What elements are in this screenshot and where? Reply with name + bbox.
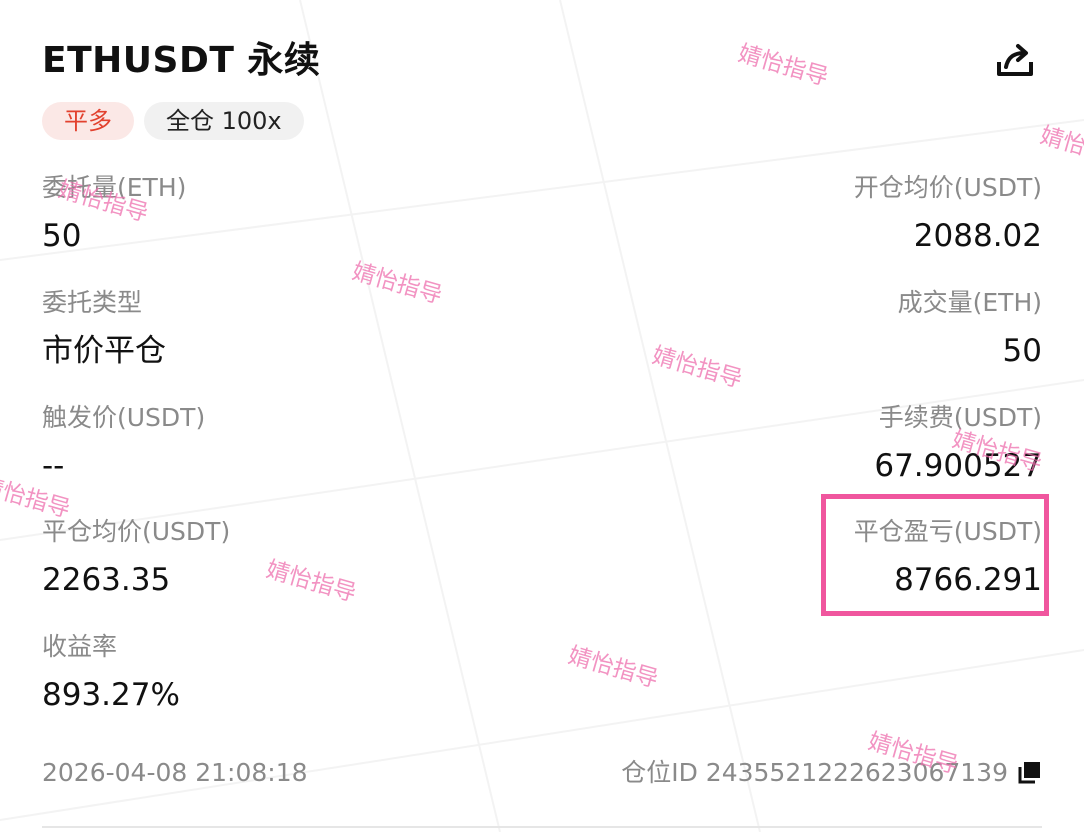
side-tag: 平多 bbox=[42, 102, 134, 140]
roi-field: 收益率 893.27% bbox=[42, 631, 180, 715]
watermark: 婧怡指导 bbox=[1037, 122, 1084, 174]
order-qty-field: 委托量(ETH) 50 bbox=[42, 172, 186, 256]
position-id: 仓位ID 2435521222623067139 bbox=[621, 755, 1042, 791]
close-avg-price-value: 2263.35 bbox=[42, 562, 171, 598]
tag-row: 平多 全仓 100x bbox=[42, 102, 304, 140]
trigger-price-field: 触发价(USDT) -- bbox=[42, 402, 205, 486]
order-type-label: 委托类型 bbox=[42, 288, 143, 317]
roi-value: 893.27% bbox=[42, 677, 180, 713]
trigger-price-label: 触发价(USDT) bbox=[42, 403, 206, 432]
open-avg-price-label: 开仓均价(USDT) bbox=[853, 173, 1042, 202]
order-type-value: 市价平仓 bbox=[42, 333, 166, 369]
margin-mode-tag: 全仓 100x bbox=[144, 102, 304, 140]
share-icon bbox=[997, 44, 1033, 76]
roi-label: 收益率 bbox=[42, 632, 118, 661]
filled-qty-label: 成交量(ETH) bbox=[897, 288, 1042, 317]
trigger-price-value: -- bbox=[42, 448, 65, 484]
filled-qty-field: 成交量(ETH) 50 bbox=[898, 287, 1042, 371]
page-title: ETHUSDT 永续 bbox=[42, 40, 321, 81]
timestamp: 2026-04-08 21:08:18 bbox=[42, 758, 308, 787]
open-avg-price-value: 2088.02 bbox=[913, 218, 1042, 254]
footer: 2026-04-08 21:08:18 仓位ID 243552122262306… bbox=[42, 755, 1042, 791]
open-avg-price-field: 开仓均价(USDT) 2088.02 bbox=[854, 172, 1042, 256]
bottom-divider bbox=[42, 826, 1042, 828]
copy-button[interactable] bbox=[1016, 760, 1042, 786]
pnl-highlight-box bbox=[821, 494, 1049, 616]
watermark: 婧怡指导 bbox=[349, 258, 445, 310]
close-avg-price-field: 平仓均价(USDT) 2263.35 bbox=[42, 516, 230, 600]
close-avg-price-label: 平仓均价(USDT) bbox=[42, 517, 231, 546]
header: ETHUSDT 永续 bbox=[42, 38, 1042, 88]
order-qty-value: 50 bbox=[42, 218, 82, 254]
order-type-field: 委托类型 市价平仓 bbox=[42, 287, 166, 371]
fee-label: 手续费(USDT) bbox=[878, 403, 1042, 432]
watermark: 婧怡指导 bbox=[263, 556, 359, 608]
fee-field: 手续费(USDT) 67.900527 bbox=[874, 402, 1042, 486]
watermark: 婧怡指导 bbox=[649, 342, 745, 394]
order-qty-label: 委托量(ETH) bbox=[42, 173, 187, 202]
copy-icon bbox=[1018, 762, 1040, 784]
share-button[interactable] bbox=[994, 40, 1036, 82]
filled-qty-value: 50 bbox=[1002, 333, 1042, 369]
position-id-text: 仓位ID 2435521222623067139 bbox=[621, 758, 1008, 787]
fee-value: 67.900527 bbox=[874, 448, 1042, 484]
watermark: 婧怡指导 bbox=[565, 642, 661, 694]
